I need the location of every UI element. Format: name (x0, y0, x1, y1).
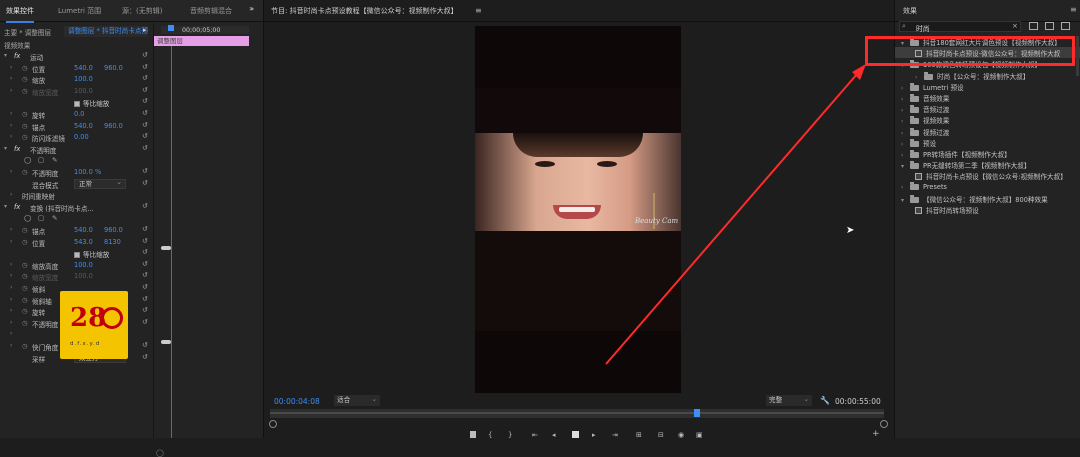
mouse-cursor-icon: ➤ (846, 225, 855, 236)
annotation-arrow (605, 64, 866, 365)
zoom-handle-icon[interactable]: ◯ (156, 449, 164, 457)
